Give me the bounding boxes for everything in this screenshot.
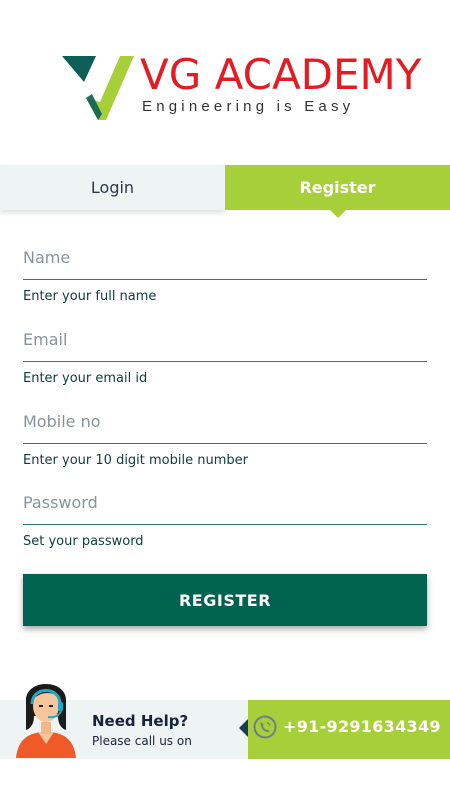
mobile-hint: Enter your 10 digit mobile number (23, 453, 248, 468)
logo-mark-icon (62, 56, 134, 120)
name-input[interactable] (23, 248, 427, 280)
logo-tagline: Engineering is Easy (142, 98, 355, 115)
help-title: Need Help? (92, 712, 189, 730)
support-agent-avatar-icon (16, 684, 76, 758)
phone-icon (253, 715, 277, 739)
help-arrow-icon (239, 719, 248, 737)
auth-tabs: Login Register (0, 165, 450, 218)
mobile-input[interactable] (23, 412, 427, 444)
name-hint: Enter your full name (23, 289, 157, 304)
mobile-field-group: Enter your 10 digit mobile number (23, 412, 427, 468)
tab-login[interactable]: Login (0, 165, 225, 210)
register-button[interactable]: REGISTER (23, 574, 427, 626)
name-field-group: Enter your full name (23, 248, 427, 304)
password-input[interactable] (23, 493, 427, 525)
phone-number-link[interactable]: +91-9291634349 (283, 717, 441, 736)
email-hint: Enter your email id (23, 371, 148, 386)
email-input[interactable] (23, 330, 427, 362)
password-hint: Set your password (23, 534, 144, 549)
password-field-group: Set your password (23, 493, 427, 549)
tab-register[interactable]: Register (225, 165, 450, 218)
logo-title: VG ACADEMY (140, 50, 422, 99)
help-subtitle: Please call us on (92, 734, 192, 748)
vg-academy-logo: VG ACADEMY Engineering is Easy (62, 52, 421, 122)
email-field-group: Enter your email id (23, 330, 427, 386)
